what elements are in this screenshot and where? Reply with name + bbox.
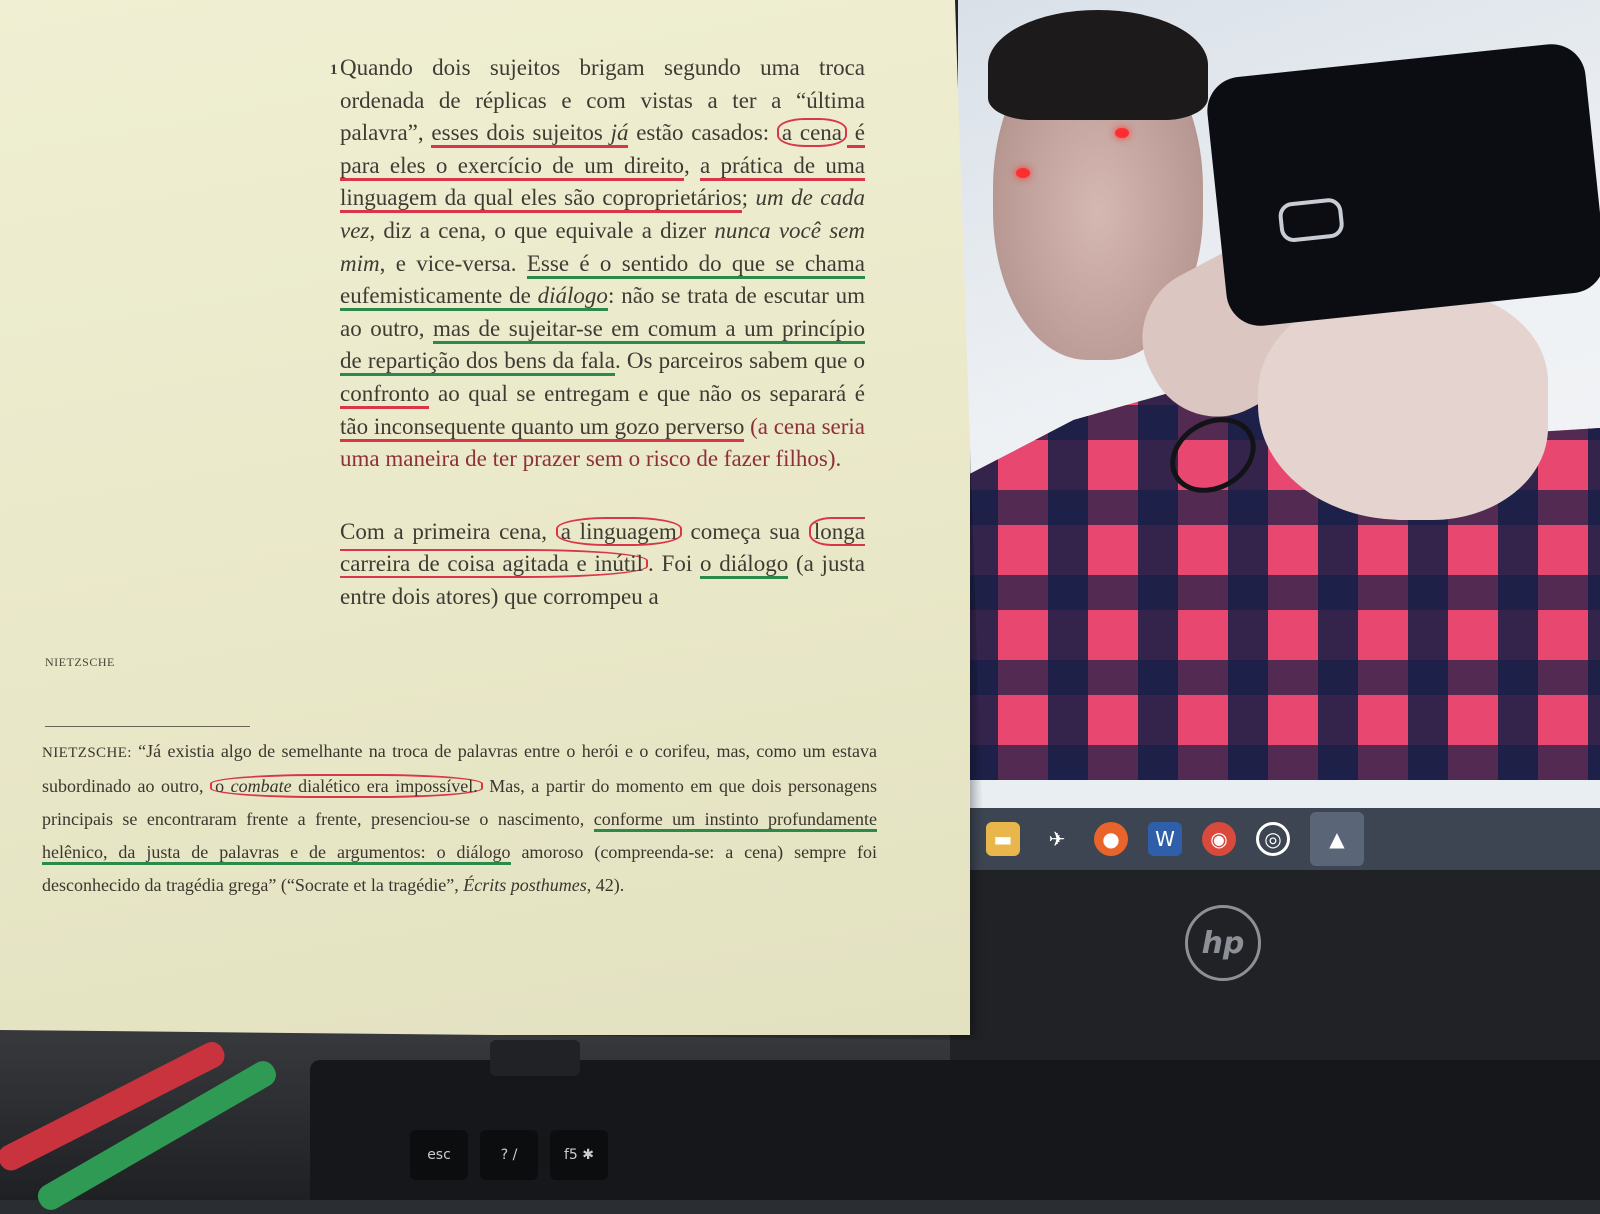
selfie-photo [958,0,1600,780]
power-button[interactable] [490,1040,580,1076]
text-run: , diz a cena, o que equivale a dizer [369,217,715,243]
left-eye-redeye [1016,168,1030,178]
red-circle: o combate dialético era impossível. [210,774,483,798]
chrome-icon[interactable]: ◉ [1202,822,1236,856]
text-run: o [215,776,231,796]
red-circle: a linguagem [555,516,682,546]
keyboard: esc ? / f5 ✱ [310,1040,1600,1200]
firefox-icon[interactable]: ● [1094,822,1128,856]
red-underline: já [610,120,629,149]
paragraph-2: Com a primeira cena, a linguagem começa … [340,516,865,614]
media-icon[interactable]: ◎ [1256,822,1290,856]
esc-key[interactable]: esc [410,1130,468,1180]
photo-scene: ▬ ✈ ● W ◉ ◎ ▲ hp esc ? / f5 ✱ 1 Quando d… [0,0,1600,1214]
bird-icon[interactable]: ✈ [1040,822,1074,856]
laptop-screen: ▬ ✈ ● W ◉ ◎ ▲ [958,0,1600,870]
red-underline: esses dois sujeitos [431,120,611,149]
footnote: NIETZSCHE: “Já existia algo de semelhant… [42,735,878,902]
text-run: , [684,152,701,178]
side-label: NIETZSCHE [45,655,115,669]
text-run: , e vice-versa. [379,250,527,276]
text-run: Com a primeira cena, [340,518,556,544]
taskbar[interactable]: ▬ ✈ ● W ◉ ◎ ▲ [958,808,1600,870]
italic-run: Écrits posthumes [463,875,587,895]
text-run: , 42). [586,875,625,895]
person-hair [988,10,1208,120]
green-underline: diálogo [537,283,608,312]
text-run: ao qual se entregam e que não os separar… [429,380,865,406]
phone-camera-icon [1277,196,1346,244]
text-run: ; [741,185,756,211]
red-underline: confronto [340,380,430,409]
question-key[interactable]: ? / [480,1130,538,1180]
text-run: . Foi [648,551,700,577]
hp-logo: hp [1185,905,1261,981]
photos-icon[interactable]: ▲ [1310,812,1364,866]
book-page: 1 Quando dois sujeitos brigam segundo um… [0,0,970,1035]
hand [1258,290,1548,520]
folder-icon[interactable]: ▬ [986,822,1020,856]
text-run: dialético era impossível. [291,776,478,796]
smartphone [1203,40,1600,330]
word-icon[interactable]: W [1148,822,1182,856]
footnote-divider [45,726,250,727]
footnote-marker: 1 [330,62,338,78]
footnote-lead: NIETZSCHE: [42,745,132,761]
paragraph-1: Quando dois sujeitos brigam segundo uma … [340,52,865,476]
f5-key[interactable]: f5 ✱ [550,1130,608,1180]
red-underline: tão inconsequente quanto um gozo pervers… [340,413,745,442]
right-eye-redeye [1115,128,1129,138]
text-run: . Os parceiros sabem que o [614,348,865,374]
green-underline: o diálogo [699,551,789,580]
italic-run: combate [230,776,292,796]
text-run: começa sua [681,518,809,544]
main-text: Quando dois sujeitos brigam segundo uma … [340,52,865,654]
red-circle: a cena [776,118,848,148]
text-run: estão casados: [628,120,777,146]
